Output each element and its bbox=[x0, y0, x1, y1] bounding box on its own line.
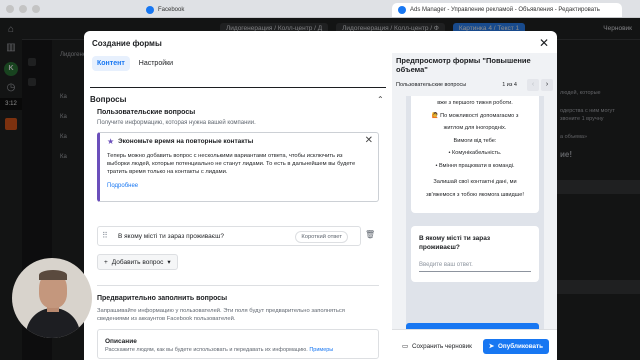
tab-content[interactable]: Контент bbox=[92, 56, 130, 71]
chevron-right-icon[interactable]: › bbox=[541, 79, 553, 91]
prefill-title: Предварительно заполнить вопросы bbox=[97, 295, 228, 302]
form-editor: Контент Настройки Вопросы ⌃ Пользователь… bbox=[84, 53, 392, 360]
publish-button[interactable]: ➤ Опубликовать bbox=[482, 339, 549, 354]
card-line: • Вміння працювати в команді. bbox=[435, 162, 515, 169]
form-preview: Предпросмотр формы "Повышение объема" По… bbox=[392, 53, 557, 360]
drag-handle-icon[interactable]: ⠿ bbox=[102, 231, 108, 240]
caret-down-icon: ▾ bbox=[167, 259, 171, 266]
send-icon: ➤ bbox=[488, 343, 495, 350]
card-line: 🙋 По можливості допомагаємо з bbox=[431, 112, 519, 119]
card-line: зв'яжемося з тобою якомога швидше! bbox=[426, 191, 524, 198]
close-icon[interactable]: ✕ bbox=[365, 135, 373, 146]
trash-icon[interactable]: 🗑 bbox=[365, 230, 375, 239]
facebook-favicon-icon bbox=[146, 6, 154, 14]
modal-title: Создание формы bbox=[92, 39, 162, 48]
phone-preview: вже з першого тижня роботи. 🙋 По можливо… bbox=[406, 96, 544, 360]
question-row[interactable]: ⠿ В якому місті ти зараз проживаєш? Коро… bbox=[97, 226, 361, 246]
custom-questions-desc: Получите информацию, которая нужна вашей… bbox=[97, 120, 256, 126]
document-icon: ▭ bbox=[402, 343, 408, 350]
add-question-button[interactable]: + Добавить вопрос ▾ bbox=[97, 254, 178, 270]
preview-question: В якому місті ти зараз проживаєш? bbox=[419, 235, 491, 251]
question-card: В якому місті ти зараз проживаєш? Введит… bbox=[411, 226, 539, 282]
preview-title: Предпросмотр формы "Повышение объема" bbox=[396, 56, 531, 74]
learn-more-link[interactable]: Подробнее bbox=[107, 183, 138, 189]
webcam-overlay bbox=[12, 258, 92, 338]
card-line: Вимоги від тебе: bbox=[453, 137, 497, 144]
editor-tabs: Контент Настройки bbox=[92, 56, 178, 71]
create-form-modal: Создание формы ✕ Контент Настройки Вопро… bbox=[84, 31, 557, 360]
preview-answer-input[interactable]: Введите ваш ответ. bbox=[419, 259, 531, 272]
preview-page-counter: 1 из 4 bbox=[502, 82, 517, 88]
card-line: вже з першого тижня роботи. bbox=[437, 100, 513, 106]
chevron-left-icon[interactable]: ‹ bbox=[527, 79, 539, 91]
star-icon: ★ bbox=[107, 137, 115, 146]
browser-tab-facebook[interactable]: Facebook bbox=[140, 3, 310, 17]
chevron-up-icon[interactable]: ⌃ bbox=[377, 95, 384, 104]
description-hint: Расскажите людям, как вы будете использо… bbox=[105, 347, 334, 353]
window-controls[interactable] bbox=[6, 5, 40, 13]
custom-questions-title: Пользовательские вопросы bbox=[97, 109, 196, 116]
card-line: Залишай свої контактні дані, ми bbox=[433, 179, 517, 185]
question-text: В якому місті ти зараз проживаєш? bbox=[118, 233, 224, 240]
save-draft-button[interactable]: ▭ Сохранить черновик bbox=[396, 339, 478, 354]
tab-divider bbox=[90, 87, 386, 88]
intro-card: вже з першого тижня роботи. 🙋 По можливо… bbox=[411, 96, 539, 213]
browser-tab-ads-manager[interactable]: Ads Manager - Управление рекламой - Объя… bbox=[392, 3, 622, 17]
description-title: Описание bbox=[105, 338, 137, 345]
question-type-badge[interactable]: Короткий ответ bbox=[295, 231, 348, 243]
questions-section-title: Вопросы bbox=[90, 95, 127, 104]
meta-favicon-icon bbox=[398, 6, 406, 14]
modal-footer: ▭ Сохранить черновик ➤ Опубликовать bbox=[392, 329, 557, 360]
plus-icon: + bbox=[104, 258, 108, 266]
info-banner: ★ Экономьте время на повторные контакты … bbox=[97, 132, 379, 202]
examples-link[interactable]: Примеры bbox=[309, 347, 333, 353]
prefill-desc: Запрашивайте информацию у пользователей.… bbox=[97, 308, 345, 322]
info-text: Теперь можно добавить вопрос с нескольки… bbox=[107, 153, 356, 175]
description-box: Описание Расскажите людям, как вы будете… bbox=[97, 329, 379, 359]
section-divider bbox=[97, 285, 379, 286]
preview-pager: Пользовательские вопросы 1 из 4 ‹ › bbox=[396, 78, 553, 92]
preview-page-name: Пользовательские вопросы bbox=[396, 82, 467, 88]
close-icon[interactable]: ✕ bbox=[537, 36, 551, 50]
tab-settings[interactable]: Настройки bbox=[134, 56, 178, 71]
card-line: житлом для іногородніх. bbox=[443, 125, 507, 131]
info-title: Экономьте время на повторные контакты bbox=[118, 138, 254, 145]
card-line: • Комунікабельність. bbox=[448, 150, 502, 156]
browser-tab-bar: Facebook Ads Manager - Управление реклам… bbox=[0, 0, 640, 18]
